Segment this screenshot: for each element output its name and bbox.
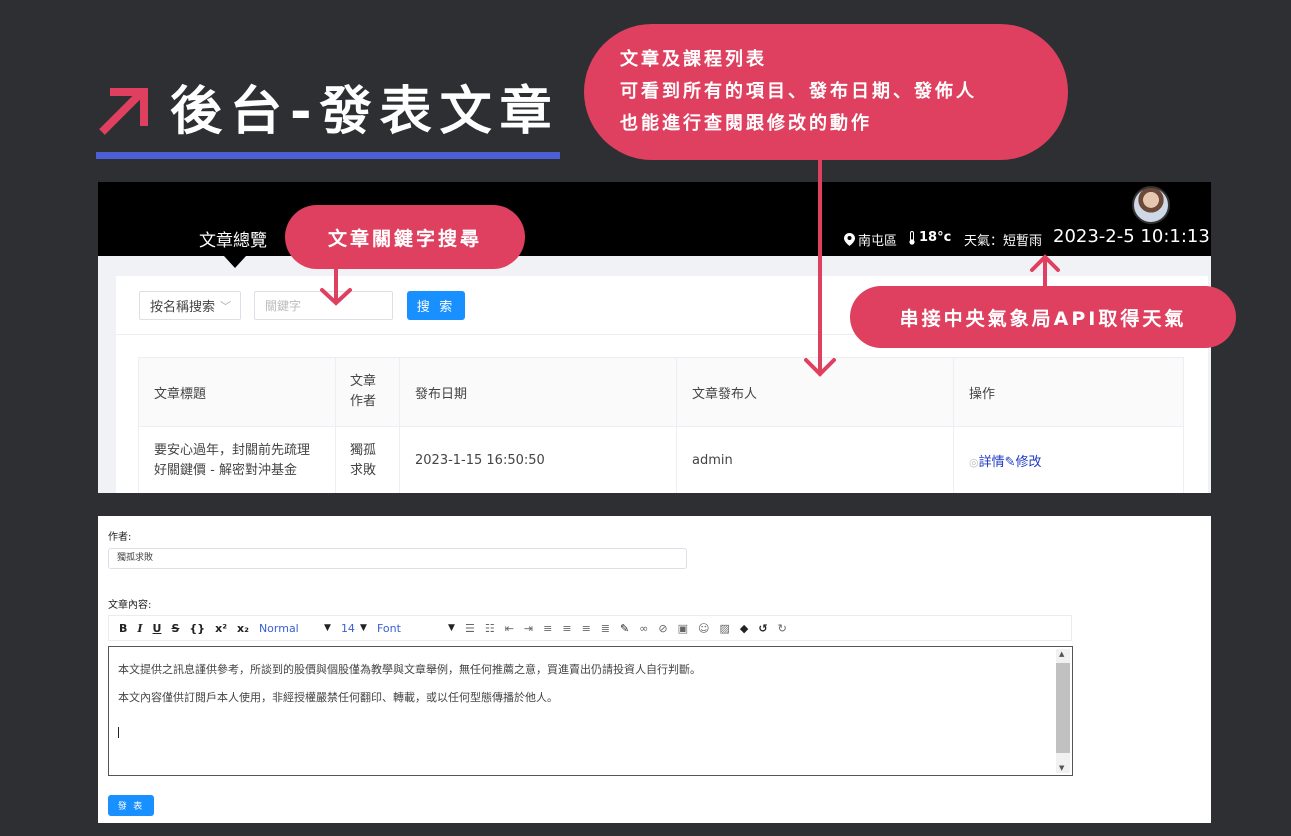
outdent-icon[interactable]: ⇤ <box>505 622 514 635</box>
scroll-down-icon[interactable]: ▼ <box>1059 764 1064 772</box>
content-editor[interactable]: 本文提供之訊息謹供參考，所談到的股價與個股僅為教學與文章舉例，無任何推薦之意，買… <box>108 646 1073 776</box>
pencil-icon: ✎ <box>1004 455 1016 470</box>
text-cursor <box>118 727 119 738</box>
chevron-down-icon: ﹀ <box>220 299 232 313</box>
location-text: 南屯區 <box>858 234 898 249</box>
font-value: Font <box>376 621 401 635</box>
content-paragraph: 本文內容僅供訂閱戶本人使用，非經授權嚴禁任何翻印、轉載，或以任何型態傳播於他人。 <box>118 691 558 704</box>
keyword-input[interactable] <box>254 291 393 320</box>
clock-display: 2023-2-5 10:1:13 <box>1053 226 1210 247</box>
italic-button[interactable]: I <box>137 622 142 635</box>
code-block-button[interactable]: {} <box>189 622 205 635</box>
content-paragraph: 本文提供之訊息謹供參考，所談到的股價與個股僅為教學與文章舉例，無任何推薦之意，買… <box>118 663 701 676</box>
col-header-date: 發布日期 <box>399 357 677 427</box>
align-center-icon[interactable]: ≡ <box>562 622 571 635</box>
eye-icon: ◎ <box>969 456 979 469</box>
nav-item-overview[interactable]: 文章總覽 <box>199 226 267 251</box>
table-row: 要安心過年，封關前先疏理好關鍵價 - 解密對沖基金 獨孤求敗 2023-1-15… <box>138 426 1184 493</box>
bullet-list-icon[interactable]: ☰ <box>465 622 475 635</box>
underline-button[interactable]: U <box>153 622 162 635</box>
superscript-button[interactable]: x² <box>215 622 227 635</box>
cell-actions: ◎詳情✎修改 <box>953 426 1184 493</box>
search-type-value: 按名稱搜索 <box>150 300 216 315</box>
bold-button[interactable]: B <box>119 622 127 635</box>
caret-down-icon: ▼ <box>448 623 455 633</box>
caret-down-icon: ▼ <box>324 623 331 633</box>
align-left-icon[interactable]: ≡ <box>543 622 552 635</box>
eraser-icon[interactable]: ◆ <box>740 622 748 635</box>
size-value: 14 <box>340 621 355 635</box>
content-label: 文章內容: <box>108 600 152 611</box>
undo-icon[interactable]: ↺ <box>758 622 767 635</box>
align-justify-icon[interactable]: ≣ <box>601 622 610 635</box>
embed-icon[interactable]: ▣ <box>678 622 688 635</box>
cell-publisher: admin <box>676 426 954 493</box>
page-heading: 後台-發表文章 <box>96 82 560 142</box>
temperature-text: 18°c <box>919 230 952 245</box>
editor-toolbar: B I U S {} x² x₂ Normal ▼ 14 ▼ Font ▼ ☰ ☷ ⇤… <box>108 615 1072 641</box>
link-icon[interactable]: ∞ <box>639 622 648 635</box>
cell-title: 要安心過年，封關前先疏理好關鍵價 - 解密對沖基金 <box>138 426 336 493</box>
callout-line: 可看到所有的項目、發布日期、發佈人 <box>620 81 977 102</box>
col-header-author: 文章作者 <box>335 357 400 427</box>
heading-select[interactable]: Normal ▼ <box>259 622 331 635</box>
publish-button[interactable]: 發 表 <box>108 795 154 816</box>
article-editor-screenshot: 作者: 獨孤求敗 文章內容: B I U S {} x² x₂ Normal ▼ … <box>98 516 1211 823</box>
scroll-up-icon[interactable]: ▲ <box>1059 650 1064 658</box>
author-label: 作者: <box>108 532 132 543</box>
page-title: 後台-發表文章 <box>170 82 560 142</box>
avatar[interactable] <box>1132 186 1170 224</box>
ordered-list-icon[interactable]: ☷ <box>485 622 495 635</box>
color-picker-icon[interactable]: ✎ <box>620 622 629 635</box>
size-select[interactable]: 14 ▼ <box>341 622 367 635</box>
strike-button[interactable]: S <box>171 622 179 635</box>
callout-line: 也能進行查閱跟修改的動作 <box>620 113 872 134</box>
thermometer-icon <box>909 230 915 245</box>
author-field[interactable]: 獨孤求敗 <box>108 548 687 569</box>
indent-icon[interactable]: ⇥ <box>524 622 533 635</box>
cell-author: 獨孤求敗 <box>335 426 400 493</box>
subscript-button[interactable]: x₂ <box>237 622 249 635</box>
callout-article-list: 文章及課程列表 可看到所有的項目、發布日期、發佈人 也能進行查閱跟修改的動作 <box>584 24 1068 160</box>
location-display: 南屯區 <box>844 230 897 249</box>
search-type-select[interactable]: 按名稱搜索 ﹀ <box>139 291 241 320</box>
align-right-icon[interactable]: ≡ <box>582 622 591 635</box>
editor-scrollbar[interactable]: ▲ ▼ <box>1056 649 1070 773</box>
table-header-row: 文章標題 文章作者 發布日期 文章發布人 操作 <box>138 357 1184 427</box>
temperature-display: 18°c <box>908 230 951 245</box>
callout-weather-api: 串接中央氣象局API取得天氣 <box>850 286 1236 348</box>
location-pin-icon <box>844 233 855 246</box>
col-header-title: 文章標題 <box>138 357 336 427</box>
detail-link[interactable]: 詳情 <box>979 455 1005 470</box>
redo-icon[interactable]: ↻ <box>778 622 787 635</box>
heading-value: Normal <box>258 621 299 635</box>
active-nav-caret <box>224 256 246 268</box>
col-header-publisher: 文章發布人 <box>676 357 954 427</box>
title-underline <box>96 152 560 159</box>
article-table: 文章標題 文章作者 發布日期 文章發布人 操作 要安心過年，封關前先疏理好關鍵價… <box>138 357 1184 493</box>
callout-line: 文章及課程列表 <box>620 49 767 70</box>
caret-down-icon: ▼ <box>360 623 367 633</box>
cell-date: 2023-1-15 16:50:50 <box>399 426 677 493</box>
image-icon[interactable]: ▨ <box>719 622 729 635</box>
scroll-thumb[interactable] <box>1056 663 1070 753</box>
edit-link[interactable]: 修改 <box>1016 455 1042 470</box>
unlink-icon[interactable]: ⊘ <box>658 622 667 635</box>
emoji-icon[interactable]: ☺ <box>698 622 709 635</box>
col-header-actions: 操作 <box>953 357 1184 427</box>
callout-keyword-search: 文章關鍵字搜尋 <box>285 205 525 269</box>
font-select[interactable]: Font ▼ <box>377 622 455 635</box>
weather-text: 天氣：短暫雨 <box>964 234 1043 249</box>
arrow-up-right-icon <box>99 88 148 135</box>
search-button[interactable]: 搜 索 <box>407 291 465 320</box>
